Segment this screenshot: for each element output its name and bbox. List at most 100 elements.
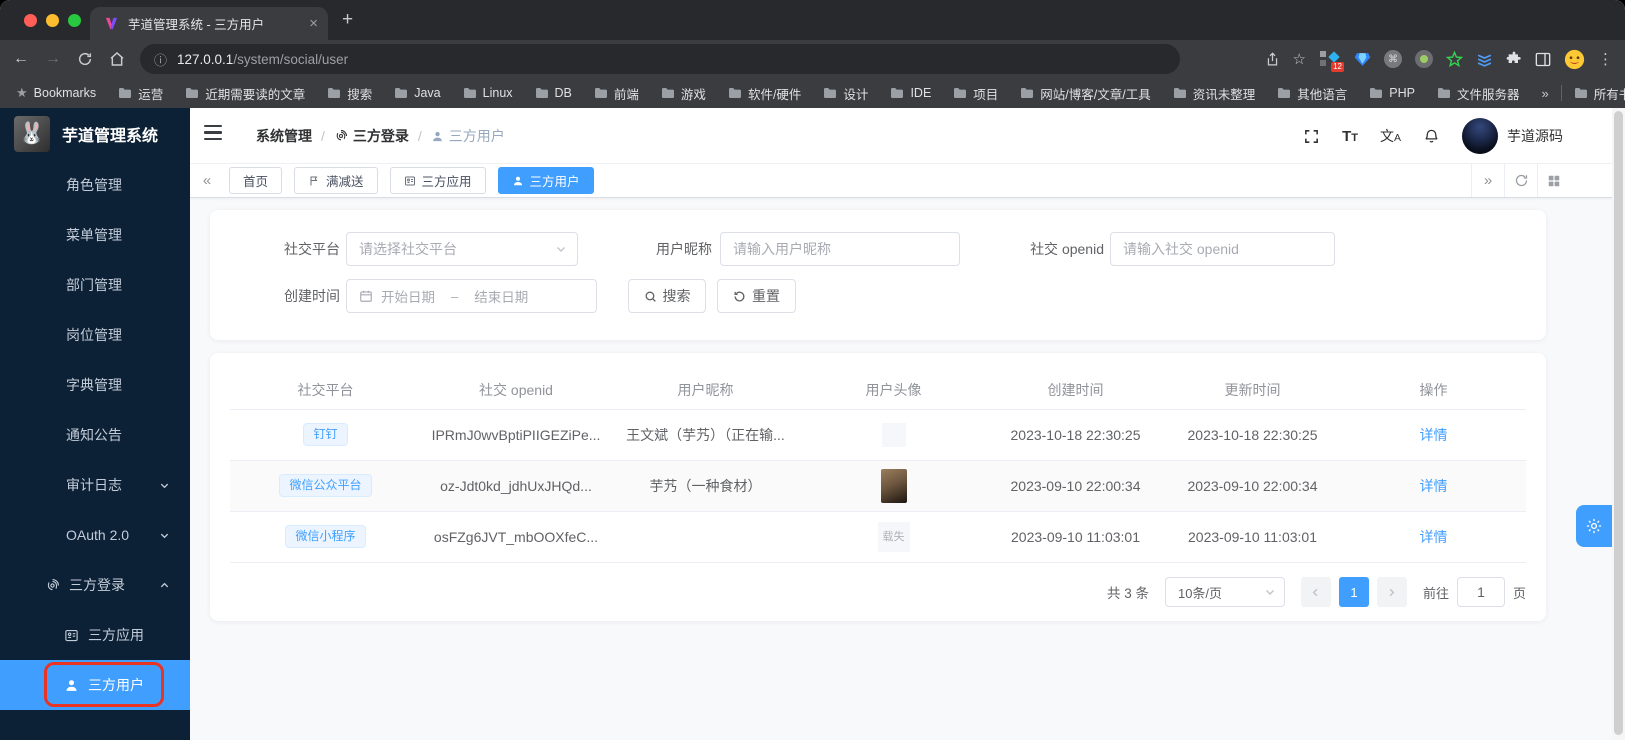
sidebar-item-notice[interactable]: 通知公告	[0, 410, 190, 460]
bookmark-folder-fileserver[interactable]: 文件服务器	[1437, 84, 1519, 103]
nickname-input[interactable]	[721, 233, 959, 265]
back-icon[interactable]: ←	[12, 50, 30, 68]
bookmark-folder-linux[interactable]: Linux	[463, 86, 513, 100]
new-tab-button[interactable]: +	[342, 10, 353, 29]
next-page-button[interactable]	[1376, 577, 1407, 607]
language-icon[interactable]: 文A	[1380, 126, 1401, 146]
breadcrumb-system-mgmt[interactable]: 系统管理	[256, 126, 312, 146]
close-window-button[interactable]	[24, 14, 37, 27]
all-bookmarks-folder[interactable]: 所有书签	[1574, 84, 1625, 103]
user-menu[interactable]: 芋道源码	[1462, 118, 1563, 154]
tag-tab-social-user[interactable]: 三方用户	[497, 167, 594, 194]
bookmark-folder-news[interactable]: 资讯未整理	[1173, 84, 1255, 103]
bookmarks-overflow-icon[interactable]: »	[1541, 86, 1548, 101]
bookmarks-bar: ★ Bookmarks 运营 近期需要读的文章 搜索 Java Linux DB…	[0, 78, 1625, 108]
settings-drawer-button[interactable]	[1576, 505, 1612, 547]
star-extension-icon[interactable]	[1446, 50, 1463, 68]
tags-scroll-left-icon[interactable]: «	[190, 164, 224, 197]
detail-link[interactable]: 详情	[1420, 427, 1448, 443]
created-cell: 2023-09-10 11:03:01	[987, 511, 1164, 563]
sidebar-item-social-login[interactable]: 三方登录	[0, 560, 190, 610]
bookmarks-manager[interactable]: ★ Bookmarks	[16, 85, 96, 101]
bookmark-folder-projects[interactable]: 项目	[953, 84, 998, 103]
browser-tab[interactable]: 芋道管理系统 - 三方用户 ×	[90, 7, 328, 40]
detail-link[interactable]: 详情	[1420, 529, 1448, 545]
sidebar-item-audit-log[interactable]: 审计日志	[0, 460, 190, 510]
search-button[interactable]: 搜索	[628, 279, 706, 313]
notification-bell-icon[interactable]	[1423, 127, 1440, 145]
forward-icon[interactable]: →	[44, 50, 62, 68]
font-size-icon[interactable]: TT	[1342, 128, 1358, 145]
tags-scroll-right-icon[interactable]: »	[1471, 164, 1504, 197]
sidebar-item-post-mgmt[interactable]: 岗位管理	[0, 310, 190, 360]
sidebar-item-social-user[interactable]: 三方用户	[0, 660, 190, 710]
page-scrollbar	[1612, 108, 1625, 740]
sidebar-item-dict-mgmt[interactable]: 字典管理	[0, 360, 190, 410]
side-panel-icon[interactable]	[1535, 52, 1551, 67]
reset-button[interactable]: 重置	[717, 279, 796, 313]
app-logo-row[interactable]: 🐰 芋道管理系统	[0, 108, 190, 160]
extensions-puzzle-icon[interactable]	[1506, 51, 1522, 67]
bookmark-folder-websites[interactable]: 网站/博客/文章/工具	[1020, 84, 1151, 103]
tab-close-icon[interactable]: ×	[309, 16, 318, 31]
bookmark-folder-java[interactable]: Java	[394, 86, 441, 100]
profile-avatar-icon[interactable]	[1564, 49, 1585, 70]
share-icon[interactable]	[1265, 51, 1280, 68]
goto-page-input[interactable]	[1456, 577, 1505, 607]
zoom-window-button[interactable]	[68, 14, 81, 27]
home-icon[interactable]	[108, 51, 126, 67]
menu-label: 通知公告	[66, 427, 122, 443]
tab-counter-extension-icon[interactable]: 12	[1319, 49, 1344, 72]
bookmark-folder-yunying[interactable]: 运营	[118, 84, 163, 103]
sidebar: 🐰 芋道管理系统 角色管理 菜单管理 部门管理 岗位管理 字典管理 通知公告 审…	[0, 108, 190, 740]
current-page-button[interactable]: 1	[1338, 577, 1369, 607]
platform-select[interactable]: 请选择社交平台	[346, 232, 578, 266]
menu-label: 三方应用	[88, 627, 144, 643]
layout-grid-icon[interactable]	[1537, 164, 1570, 197]
sidebar-item-social-app[interactable]: 三方应用	[0, 610, 190, 660]
reload-icon[interactable]	[76, 51, 94, 67]
minimize-window-button[interactable]	[46, 14, 59, 27]
breadcrumb-social-login[interactable]: 三方登录	[334, 126, 409, 146]
browser-menu-icon[interactable]: ⋮	[1598, 50, 1613, 68]
sidebar-menu: 角色管理 菜单管理 部门管理 岗位管理 字典管理 通知公告 审计日志 OAuth…	[0, 160, 190, 710]
sidebar-item-role-mgmt[interactable]: 角色管理	[0, 160, 190, 210]
openid-cell: IPRmJ0wvBptiPIIGEZiPe...	[421, 409, 611, 461]
url-bar[interactable]: ⓘ 127.0.0.1 /system/social/user	[140, 44, 1180, 74]
bookmark-folder-software[interactable]: 软件/硬件	[728, 84, 801, 103]
bookmark-folder-db[interactable]: DB	[535, 86, 572, 100]
sidebar-item-dept-mgmt[interactable]: 部门管理	[0, 260, 190, 310]
sidebar-item-oauth2[interactable]: OAuth 2.0	[0, 510, 190, 560]
pagination: 共 3 条 10条/页 1 前往 页	[1107, 577, 1526, 607]
bookmark-folder-search[interactable]: 搜索	[327, 84, 372, 103]
sidebar-item-menu-mgmt[interactable]: 菜单管理	[0, 210, 190, 260]
date-range-picker[interactable]: 开始日期 – 结束日期	[346, 279, 597, 313]
detail-link[interactable]: 详情	[1420, 478, 1448, 494]
bookmark-folder-ide[interactable]: IDE	[890, 86, 931, 100]
bookmark-folder-frontend[interactable]: 前端	[594, 84, 639, 103]
app-viewport: 🐰 芋道管理系统 角色管理 菜单管理 部门管理 岗位管理 字典管理 通知公告 审…	[0, 108, 1625, 740]
bookmark-folder-games[interactable]: 游戏	[661, 84, 706, 103]
fullscreen-icon[interactable]	[1303, 128, 1320, 145]
recorder-extension-icon[interactable]	[1415, 50, 1433, 68]
prev-page-button[interactable]	[1300, 577, 1331, 607]
openid-input[interactable]	[1111, 233, 1334, 265]
page-size-select[interactable]: 10条/页	[1164, 577, 1285, 607]
bookmark-folder-design[interactable]: 设计	[823, 84, 868, 103]
gem-extension-icon[interactable]	[1354, 52, 1371, 67]
sidebar-toggle-icon[interactable]	[204, 125, 222, 141]
tag-tab-home[interactable]: 首页	[229, 167, 283, 194]
bookmark-folder-php[interactable]: PHP	[1369, 86, 1415, 100]
fingerprint-icon	[45, 578, 60, 593]
scrollbar-thumb[interactable]	[1614, 111, 1623, 735]
bookmark-star-icon[interactable]: ☆	[1293, 50, 1306, 68]
favicon	[104, 16, 119, 31]
layers-extension-icon[interactable]	[1476, 52, 1493, 67]
site-info-icon[interactable]: ⓘ	[154, 50, 167, 69]
refresh-page-icon[interactable]	[1504, 164, 1537, 197]
tag-tab-social-app[interactable]: 三方应用	[389, 167, 486, 194]
command-extension-icon[interactable]: ⌘	[1384, 50, 1402, 68]
tag-tab-discount[interactable]: 满减送	[294, 167, 378, 194]
bookmark-folder-languages[interactable]: 其他语言	[1277, 84, 1347, 103]
bookmark-folder-articles[interactable]: 近期需要读的文章	[185, 84, 305, 103]
